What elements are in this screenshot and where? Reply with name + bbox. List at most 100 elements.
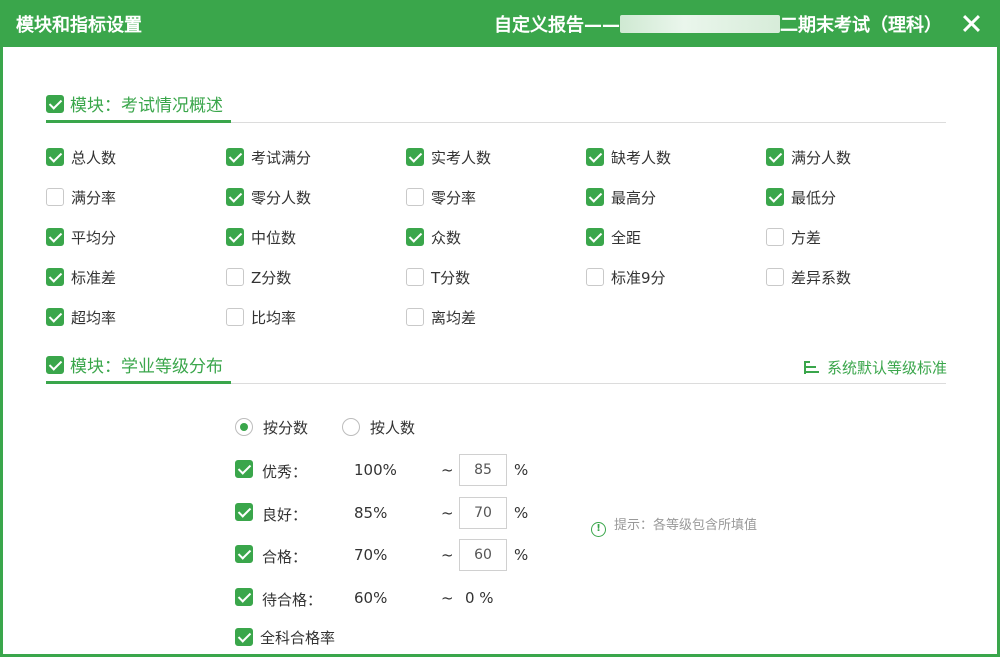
level-excellent: 优秀： 100% ~ 85 %: [235, 454, 555, 486]
metric-label: 实考人数: [431, 149, 492, 167]
percent-unit: %: [514, 546, 529, 564]
metric-checkbox[interactable]: [406, 268, 424, 286]
level-name: 优秀：: [262, 463, 308, 481]
range-tilde: ~: [441, 504, 454, 522]
metric-checkbox[interactable]: [226, 228, 244, 246]
metric-item[interactable]: 最低分: [766, 187, 836, 208]
metric-checkbox[interactable]: [586, 188, 604, 206]
metric-label: 离均差: [431, 309, 477, 327]
metric-checkbox[interactable]: [586, 228, 604, 246]
radio-by-count-dot[interactable]: [342, 418, 360, 436]
metric-item[interactable]: 零分人数: [226, 187, 311, 208]
metric-checkbox[interactable]: [46, 268, 64, 286]
report-title-suffix: 二期末考试（理科）: [780, 15, 942, 36]
radio-by-score-dot[interactable]: [235, 418, 253, 436]
metric-item[interactable]: 总人数: [46, 147, 116, 168]
metric-label: 中位数: [251, 229, 297, 247]
section-overview-checkbox[interactable]: [46, 95, 64, 113]
metric-checkbox[interactable]: [766, 228, 784, 246]
level-lower-input[interactable]: 70: [459, 497, 507, 529]
metric-checkbox[interactable]: [46, 308, 64, 326]
metric-label: 零分人数: [251, 189, 312, 207]
metric-checkbox[interactable]: [766, 148, 784, 166]
metric-label: T分数: [431, 269, 471, 287]
metric-checkbox[interactable]: [46, 188, 64, 206]
metric-item[interactable]: 标准9分: [586, 267, 666, 288]
dialog-title: 模块和指标设置: [16, 15, 142, 36]
metric-item[interactable]: 考试满分: [226, 147, 311, 168]
metric-checkbox[interactable]: [586, 268, 604, 286]
metric-label: 总人数: [71, 149, 117, 167]
metric-checkbox[interactable]: [46, 228, 64, 246]
metric-item[interactable]: 离均差: [406, 307, 476, 328]
list-icon: [803, 361, 819, 374]
level-pending-checkbox[interactable]: [235, 588, 253, 606]
metric-label: 满分率: [71, 189, 117, 207]
metric-checkbox[interactable]: [406, 308, 424, 326]
metric-label: Z分数: [251, 269, 292, 287]
report-title-prefix: 自定义报告——: [494, 15, 620, 36]
metric-item[interactable]: 满分率: [46, 187, 116, 208]
metric-item[interactable]: 标准差: [46, 267, 116, 288]
metric-checkbox[interactable]: [406, 228, 424, 246]
default-grade-standard-link[interactable]: 系统默认等级标准: [803, 357, 947, 378]
metric-item[interactable]: 最高分: [586, 187, 656, 208]
metric-item[interactable]: 中位数: [226, 227, 296, 248]
metric-checkbox[interactable]: [766, 268, 784, 286]
metric-item[interactable]: 缺考人数: [586, 147, 671, 168]
level-name: 合格：: [262, 548, 308, 566]
metric-checkbox[interactable]: [766, 188, 784, 206]
level-pass-checkbox[interactable]: [235, 545, 253, 563]
level-upper: 70%: [354, 546, 388, 564]
metric-label: 方差: [791, 229, 822, 247]
metric-label: 全距: [611, 229, 642, 247]
metric-label: 标准差: [71, 269, 117, 287]
level-good: 良好： 85% ~ 70 %: [235, 497, 555, 529]
section-overview-title[interactable]: 模块：考试情况概述: [46, 91, 231, 123]
level-lower-input[interactable]: 60: [459, 539, 507, 571]
radio-by-count[interactable]: 按人数: [342, 417, 415, 438]
metric-checkbox[interactable]: [46, 148, 64, 166]
level-upper: 85%: [354, 504, 388, 522]
metric-checkbox[interactable]: [406, 148, 424, 166]
metric-checkbox[interactable]: [406, 188, 424, 206]
level-pass: 合格： 70% ~ 60 %: [235, 539, 555, 571]
metric-item[interactable]: 实考人数: [406, 147, 491, 168]
metric-label: 差异系数: [791, 269, 852, 287]
metric-label: 超均率: [71, 309, 117, 327]
metric-item[interactable]: 满分人数: [766, 147, 851, 168]
section-grade-checkbox[interactable]: [46, 356, 64, 374]
metric-item[interactable]: 比均率: [226, 307, 296, 328]
metric-label: 比均率: [251, 309, 297, 327]
info-icon: !: [591, 522, 606, 537]
all-subject-pass-rate[interactable]: 全科合格率: [235, 627, 335, 648]
level-name: 良好：: [262, 506, 308, 524]
metric-label: 最低分: [791, 189, 837, 207]
metric-label: 众数: [431, 229, 462, 247]
metric-item[interactable]: 众数: [406, 227, 461, 248]
metric-checkbox[interactable]: [226, 268, 244, 286]
metric-item[interactable]: 方差: [766, 227, 821, 248]
radio-by-score[interactable]: 按分数: [235, 417, 308, 438]
title-bar: 模块和指标设置 自定义报告—— 二期末考试（理科）: [0, 0, 1000, 47]
metric-item[interactable]: 差异系数: [766, 267, 851, 288]
section-grade-title[interactable]: 模块：学业等级分布: [46, 352, 231, 384]
grade-hint: ! 提示：各等级包含所填值: [591, 514, 757, 537]
metric-item[interactable]: 超均率: [46, 307, 116, 328]
level-upper: 60%: [354, 589, 388, 607]
radio-by-score-label: 按分数: [263, 419, 309, 437]
metric-item[interactable]: 平均分: [46, 227, 116, 248]
metric-checkbox[interactable]: [226, 308, 244, 326]
metric-item[interactable]: T分数: [406, 267, 470, 288]
metric-item[interactable]: 全距: [586, 227, 641, 248]
metric-checkbox[interactable]: [226, 148, 244, 166]
level-good-checkbox[interactable]: [235, 503, 253, 521]
close-icon[interactable]: [954, 6, 988, 40]
metric-checkbox[interactable]: [586, 148, 604, 166]
level-excellent-checkbox[interactable]: [235, 460, 253, 478]
metric-item[interactable]: 零分率: [406, 187, 476, 208]
all-subject-pass-rate-checkbox[interactable]: [235, 628, 253, 646]
metric-item[interactable]: Z分数: [226, 267, 291, 288]
metric-checkbox[interactable]: [226, 188, 244, 206]
level-lower-input[interactable]: 85: [459, 454, 507, 486]
